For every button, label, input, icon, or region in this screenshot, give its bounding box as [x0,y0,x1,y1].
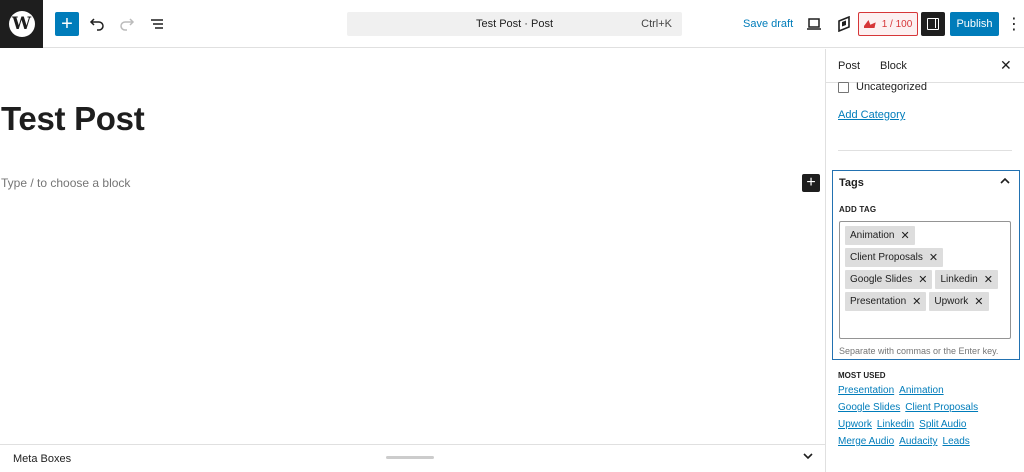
sidebar-tabs: Post Block ✕ [826,49,1024,83]
remove-tag-icon[interactable]: ✕ [984,273,993,286]
tags-panel-title[interactable]: Tags [839,177,864,189]
add-block-button[interactable]: + [802,174,820,192]
remove-tag-icon[interactable]: ✕ [900,229,909,242]
most-used-tag-link[interactable]: Google Slides [838,402,900,413]
tag-token-label: Animation [850,230,895,241]
tag-token-label: Presentation [850,296,907,307]
plugin-button[interactable] [832,12,856,36]
tag-token: Google Slides ✕ [845,270,933,289]
divider [838,150,1012,151]
redo-button[interactable] [115,12,139,36]
document-title: Test Post · Post [475,18,554,30]
editor-canvas[interactable]: Test Post Type / to choose a block + [0,49,825,444]
list-view-icon [151,19,163,29]
most-used-tag-link[interactable]: Upwork [838,419,872,430]
remove-tag-icon[interactable]: ✕ [918,273,927,286]
settings-sidebar: Post Block ✕ Uncategorized Add Category … [825,49,1024,472]
most-used-tag-link[interactable]: Animation [899,385,943,396]
laptop-icon [807,18,821,30]
wordpress-logo-button[interactable]: W [0,0,43,48]
tag-input[interactable]: Animation ✕ Client Proposals ✕ Google Slid… [839,221,1011,339]
publish-button[interactable]: Publish [950,12,999,36]
most-used-tag-link[interactable]: Split Audio [919,419,966,430]
wordpress-logo-icon: W [8,11,35,37]
command-palette-bar[interactable]: Test Post · Post Ctrl+K [347,12,682,36]
chevron-down-icon[interactable] [803,451,813,463]
tag-token-label: Client Proposals [850,252,923,263]
most-used-tag-link[interactable]: Linkedin [877,419,914,430]
tag-token-label: Linkedin [940,274,978,285]
most-used-label: MOST USED [838,371,886,380]
list-view-button[interactable] [145,12,169,36]
undo-icon [89,18,104,31]
editor-toolbar: W + Test Post · Post Ctrl+K Save draft 1… [0,0,1024,48]
undo-button[interactable] [85,12,109,36]
tags-panel: Tags ADD TAG Animation ✕ Client Proposals… [832,170,1020,360]
most-used-tag-link[interactable]: Client Proposals [905,402,978,413]
remove-tag-icon[interactable]: ✕ [929,251,938,264]
most-used-tag-link[interactable]: Leads [943,436,970,447]
shark-icon [863,20,876,28]
plus-icon: + [806,174,816,191]
tag-token: Animation ✕ [845,226,915,245]
tag-token-label: Google Slides [850,274,913,285]
block-inserter-button[interactable]: + [55,12,79,36]
tag-token: Linkedin ✕ [935,270,998,289]
chevron-up-icon[interactable] [1000,173,1010,188]
block-placeholder[interactable]: Type / to choose a block [1,176,130,190]
most-used-tag-link[interactable]: Audacity [899,436,937,447]
most-used-tags: Presentation Animation Google Slides Cli… [838,385,1018,453]
tag-token: Upwork ✕ [929,292,989,311]
category-label: Uncategorized [856,81,927,93]
remove-tag-icon[interactable]: ✕ [912,295,921,308]
plugin-logo-icon [838,16,850,32]
category-checkbox[interactable] [838,81,849,93]
vertical-ellipsis-icon: ⋮ [1006,16,1022,33]
settings-sidebar-toggle[interactable] [921,12,945,36]
seo-score-button[interactable]: 1 / 100 [858,12,918,36]
redo-icon [120,18,135,31]
remove-tag-icon[interactable]: ✕ [974,295,983,308]
sidebar-icon [927,18,939,30]
resize-handle[interactable] [386,456,434,459]
more-options-button[interactable]: ⋮ [1006,12,1022,36]
add-category-link[interactable]: Add Category [838,109,905,121]
meta-boxes-label: Meta Boxes [13,453,72,465]
command-shortcut: Ctrl+K [641,18,672,30]
plus-icon: + [61,13,73,35]
tag-token-label: Upwork [934,296,969,307]
tab-block[interactable]: Block [880,60,907,72]
most-used-tag-link[interactable]: Merge Audio [838,436,894,447]
close-icon[interactable]: ✕ [1000,57,1012,74]
tag-token: Client Proposals ✕ [845,248,944,267]
tab-post[interactable]: Post [838,60,860,72]
tag-token: Presentation ✕ [845,292,927,311]
most-used-tag-link[interactable]: Presentation [838,385,894,396]
add-tag-label: ADD TAG [839,205,877,214]
preview-button[interactable] [802,12,826,36]
category-item: Uncategorized [838,81,927,93]
post-title[interactable]: Test Post [1,100,145,138]
tags-help-text: Separate with commas or the Enter key. [839,346,999,356]
seo-score: 1 / 100 [881,18,913,30]
save-draft-button[interactable]: Save draft [743,18,793,30]
meta-boxes-bar[interactable]: Meta Boxes [0,444,825,472]
